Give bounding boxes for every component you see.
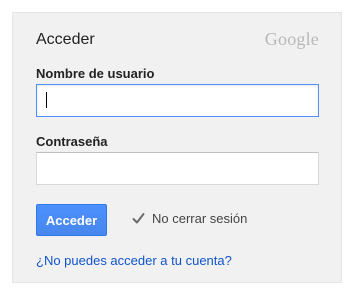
login-title: Acceder [36,31,95,48]
remember-me-checkbox[interactable]: No cerrar sesión [131,211,247,226]
google-logo: Google [264,29,319,49]
login-card: Acceder Google Nombre de usuario Contras… [12,12,342,283]
remember-me-label: No cerrar sesión [152,211,248,226]
checkmark-icon [131,211,146,226]
password-label: Contraseña [36,134,108,149]
username-input[interactable] [36,84,319,117]
sign-in-button[interactable]: Acceder [36,204,107,236]
cant-access-account-link[interactable]: ¿No puedes acceder a tu cuenta? [36,253,232,268]
text-caret [46,92,47,108]
password-input[interactable] [36,152,319,185]
username-label: Nombre de usuario [36,66,155,81]
